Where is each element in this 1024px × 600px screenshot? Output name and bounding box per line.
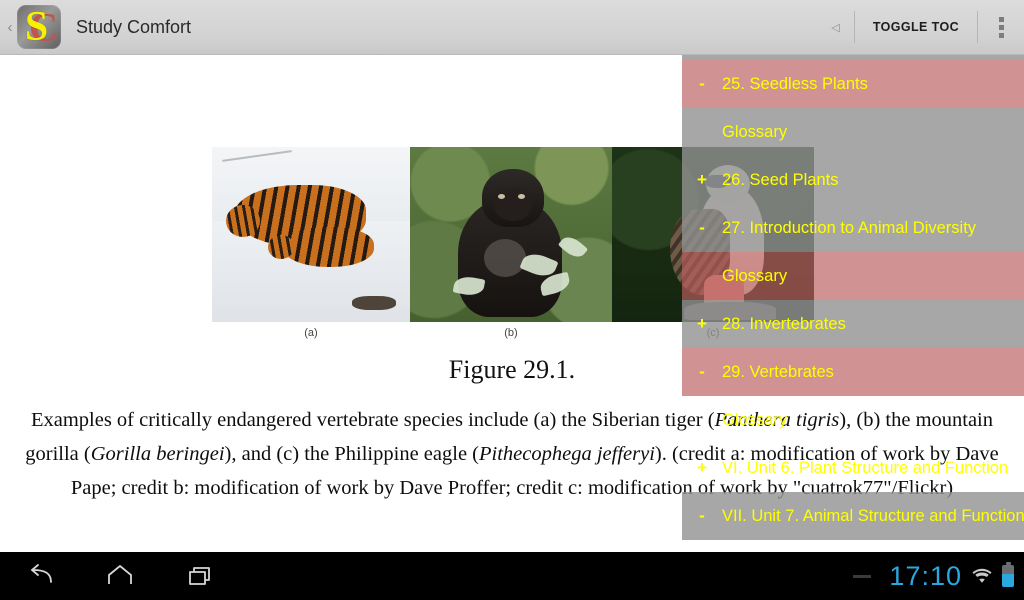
toc-item-glossary-1[interactable]: Glossary: [682, 108, 1024, 156]
toc-item-label: Glossary: [722, 266, 788, 285]
logo-letter-s: S: [24, 5, 49, 49]
toc-item-26-seed-plants[interactable]: + 26. Seed Plants: [682, 156, 1024, 204]
toc-item-unit-7-animal-structure[interactable]: - VII. Unit 7. Animal Structure and Func…: [682, 492, 1024, 540]
toc-item-29-vertebrates[interactable]: - 29. Vertebrates: [682, 348, 1024, 396]
toc-item-28-invertebrates[interactable]: + 28. Invertebrates: [682, 300, 1024, 348]
toc-toggle-icon[interactable]: -: [682, 218, 722, 238]
image-a-siberian-tiger: [212, 147, 410, 322]
caption-part-1: Examples of critically endangered verteb…: [30, 409, 715, 431]
tiger-cub-body: [282, 227, 374, 267]
toc-item-label: 28. Invertebrates: [722, 314, 846, 333]
tiger-adult-head: [226, 205, 260, 237]
sub-label-b: (b): [504, 327, 518, 339]
toc-item-label: 27. Introduction to Animal Diversity: [722, 218, 977, 237]
recent-apps-icon[interactable]: [160, 552, 240, 600]
overflow-menu-icon[interactable]: [978, 0, 1024, 55]
toc-item-label: 26. Seed Plants: [722, 170, 839, 189]
image-b-mountain-gorilla: [410, 147, 612, 322]
app-title: Study Comfort: [76, 16, 192, 37]
toc-toggle-icon[interactable]: -: [682, 74, 722, 94]
toc-item-label: 25. Seedless Plants: [722, 74, 868, 93]
caption-species-3: Pithecophega jefferyi: [479, 443, 655, 465]
twig-decoration: [222, 150, 292, 162]
status-clock: 17:10: [889, 560, 962, 591]
toc-item-25-seedless-plants[interactable]: - 25. Seedless Plants: [682, 60, 1024, 108]
toc-item-glossary-2[interactable]: Glossary: [682, 252, 1024, 300]
toc-item-27-introduction-to-animal-diversity[interactable]: - 27. Introduction to Animal Diversity: [682, 204, 1024, 252]
overflow-dot-1: [998, 16, 1004, 22]
rock-decoration: [352, 296, 396, 310]
toc-item-label: Glossary: [722, 122, 788, 141]
home-icon[interactable]: [80, 552, 160, 600]
tablet-screen: ‹ C S Study Comfort ◁ TOGGLE TOC (a) (b)…: [0, 0, 1024, 600]
collapse-caret-icon[interactable]: ◁: [831, 21, 839, 34]
back-icon[interactable]: [0, 552, 80, 600]
leaf-4: [557, 232, 589, 262]
gorilla-eye-right: [518, 194, 525, 199]
wifi-icon: [972, 568, 992, 586]
toc-toggle-icon[interactable]: -: [682, 506, 722, 526]
overflow-dot-2: [998, 24, 1004, 30]
notification-dash-icon: [853, 574, 872, 578]
caption-part-3: ), and (c) the Philippine eagle (: [224, 443, 479, 465]
toc-item-label: 29. Vertebrates: [722, 362, 834, 381]
toc-item-label: VII. Unit 7. Animal Structure and Functi…: [722, 506, 1024, 525]
toc-toggle-icon[interactable]: +: [682, 314, 722, 334]
overflow-dot-3: [998, 32, 1004, 38]
toc-toggle-icon[interactable]: -: [682, 362, 722, 382]
table-of-contents-panel[interactable]: · - 25. Seedless Plants Glossary + 26. S…: [682, 55, 1024, 552]
toc-toggle-icon[interactable]: +: [682, 170, 722, 190]
action-bar: ‹ C S Study Comfort ◁ TOGGLE TOC: [0, 0, 1024, 55]
up-chevron-icon[interactable]: ‹: [3, 20, 17, 35]
sub-label-a: (a): [304, 327, 318, 339]
toc-item-glossary-3[interactable]: Glossary: [682, 396, 1024, 444]
toc-item-label: VI. Unit 6. Plant Structure and Function: [722, 458, 1009, 477]
battery-icon: [1002, 562, 1014, 587]
system-navigation-bar: 17:10: [0, 552, 1024, 600]
app-logo-icon[interactable]: C S: [17, 5, 61, 49]
toggle-toc-button[interactable]: TOGGLE TOC: [855, 0, 977, 55]
toc-item-unit-6-plant-structure[interactable]: + VI. Unit 6. Plant Structure and Functi…: [682, 444, 1024, 492]
gorilla-eye-left: [498, 194, 505, 199]
toc-item-label: Glossary: [722, 410, 788, 429]
tiger-cub-head: [268, 235, 294, 259]
gorilla-chest: [484, 239, 526, 277]
caption-species-2: Gorilla beringei: [90, 443, 225, 465]
toc-toggle-icon[interactable]: +: [682, 458, 722, 478]
system-status-area[interactable]: 17:10: [853, 561, 1024, 592]
